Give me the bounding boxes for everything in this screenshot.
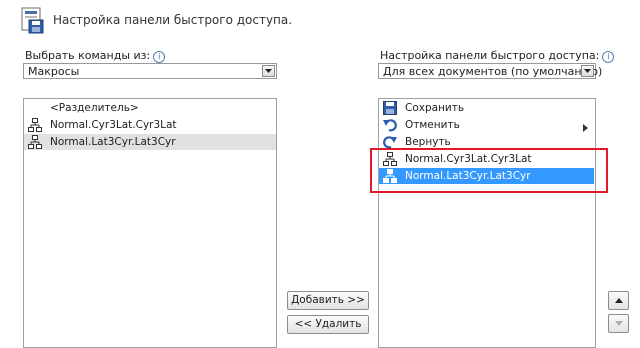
list-item-separator[interactable]: <Разделитель>: [24, 100, 276, 116]
list-item-undo[interactable]: Отменить: [379, 117, 595, 133]
list-item-label: <Разделитель>: [50, 102, 139, 114]
chevron-right-icon[interactable]: [583, 121, 591, 132]
info-icon[interactable]: i: [153, 51, 166, 63]
toolbar-scope-value: Для всех документов (по умолчанию): [383, 65, 603, 78]
highlight-box: [370, 148, 608, 193]
info-icon[interactable]: i: [602, 51, 615, 63]
undo-icon: [383, 118, 397, 132]
choose-commands-label: Выбрать команды из: i: [25, 49, 166, 63]
toolbar-commands-list[interactable]: Сохранить Отменить Вернуть Normal.Cyr3La…: [378, 98, 596, 348]
list-item-label: Normal.Lat3Cyr.Lat3Cyr: [50, 136, 176, 148]
list-item-label: Сохранить: [405, 102, 465, 114]
save-icon: [383, 101, 397, 115]
chevron-down-icon[interactable]: [262, 65, 275, 77]
customize-toolbar-label: Настройка панели быстрого доступа: i: [380, 49, 615, 63]
list-item-label: Отменить: [405, 119, 460, 131]
available-commands-list[interactable]: <Разделитель> Normal.Cyr3Lat.Cyr3Lat Nor…: [23, 98, 277, 348]
redo-icon: [383, 135, 397, 149]
move-down-button[interactable]: [608, 314, 629, 333]
toolbar-scope-dropdown[interactable]: Для всех документов (по умолчанию): [378, 63, 602, 79]
remove-button[interactable]: << Удалить: [287, 315, 369, 334]
commands-source-value: Макросы: [28, 65, 80, 78]
chevron-down-icon[interactable]: [581, 65, 594, 77]
list-item-macro[interactable]: Normal.Cyr3Lat.Cyr3Lat: [24, 117, 276, 133]
page-title: Настройка панели быстрого доступа.: [53, 13, 293, 27]
list-item-save[interactable]: Сохранить: [379, 100, 595, 116]
move-up-button[interactable]: [608, 291, 629, 310]
list-item-macro-selected[interactable]: Normal.Lat3Cyr.Lat3Cyr: [24, 134, 276, 150]
choose-commands-label-text: Выбрать команды из:: [25, 49, 151, 62]
customize-toolbar-label-text: Настройка панели быстрого доступа:: [380, 49, 600, 62]
add-button[interactable]: Добавить >>: [287, 291, 369, 310]
list-item-label: Normal.Cyr3Lat.Cyr3Lat: [50, 119, 177, 131]
quick-access-toolbar-icon: [21, 7, 45, 35]
commands-source-dropdown[interactable]: Макросы: [23, 63, 277, 79]
macro-icon: [28, 135, 42, 149]
macro-icon: [28, 118, 42, 132]
